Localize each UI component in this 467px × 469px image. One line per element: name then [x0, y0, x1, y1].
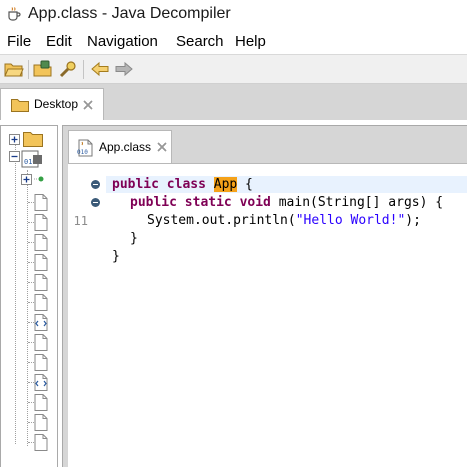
tab-app-class-label: App.class — [99, 140, 152, 154]
desktop-tab-strip: Desktop — [0, 84, 467, 120]
package-icon[interactable] — [34, 174, 44, 184]
code-text: { — [237, 177, 253, 192]
open-type-icon[interactable] — [33, 60, 53, 78]
fold-collapse-icon[interactable] — [91, 198, 100, 207]
tab-app-class[interactable]: 010 App.class — [68, 130, 172, 163]
menu-edit[interactable]: Edit — [46, 33, 72, 50]
tree-expander-plus[interactable] — [9, 134, 20, 145]
coffee-cup-icon — [8, 7, 21, 21]
code-text: ); — [405, 213, 421, 228]
menu-navigation[interactable]: Navigation — [87, 33, 158, 50]
line-number: 11 — [73, 214, 88, 228]
file-icon[interactable] — [34, 274, 48, 291]
workspace: 010 010 App.class 11 public class App {… — [0, 120, 467, 469]
fold-collapse-icon[interactable] — [91, 180, 100, 189]
menu-help[interactable]: Help — [235, 33, 266, 50]
line-gutter: 11 — [68, 164, 106, 469]
menu-search[interactable]: Search — [176, 33, 224, 50]
file-icon[interactable] — [34, 194, 48, 211]
close-icon[interactable] — [82, 99, 94, 111]
tree-expander-minus[interactable] — [9, 151, 20, 162]
tree-expander-plus[interactable] — [21, 174, 32, 185]
code-line-1: public class App { — [112, 176, 253, 193]
file-icon[interactable] — [34, 434, 48, 451]
keyword: public class — [112, 177, 214, 192]
xml-file-icon[interactable] — [34, 314, 48, 331]
file-icon[interactable] — [34, 414, 48, 431]
close-icon[interactable] — [156, 141, 168, 153]
forward-arrow-icon[interactable] — [114, 60, 134, 78]
editor-panel: 010 App.class 11 public class App { publ… — [62, 125, 467, 469]
xml-file-icon[interactable] — [34, 374, 48, 391]
svg-text:010: 010 — [77, 149, 88, 156]
file-tree: 010 — [0, 125, 58, 467]
code-line-3: System.out.println("Hello World!"); — [147, 212, 421, 229]
menu-file[interactable]: File — [7, 33, 31, 50]
open-file-icon[interactable] — [4, 60, 24, 78]
toolbar-separator — [83, 60, 84, 79]
code-text: System.out.println( — [147, 213, 296, 228]
title-bar: App.class - Java Decompiler — [0, 0, 467, 30]
file-icon[interactable] — [34, 334, 48, 351]
window-title: App.class - Java Decompiler — [28, 5, 231, 22]
file-icon[interactable] — [34, 394, 48, 411]
class-name-highlight: App — [213, 177, 238, 192]
file-icon[interactable] — [34, 354, 48, 371]
toolbar-separator — [28, 60, 29, 79]
code-line-4: } — [130, 231, 138, 246]
code-editor[interactable]: 11 public class App { public static void… — [68, 163, 467, 469]
code-text: main(String[] args) { — [270, 195, 444, 210]
file-icon[interactable] — [34, 294, 48, 311]
jar-icon[interactable]: 010 — [21, 150, 43, 168]
code-line-2: public static void main(String[] args) { — [130, 194, 443, 211]
search-icon[interactable] — [58, 60, 78, 78]
back-arrow-icon[interactable] — [90, 60, 110, 78]
tab-desktop-label: Desktop — [34, 97, 79, 111]
toolbar — [0, 54, 467, 84]
string-literal: "Hello World!" — [295, 213, 406, 228]
menu-bar: File Edit Navigation Search Help — [0, 30, 467, 54]
file-icon[interactable] — [34, 214, 48, 231]
class-file-icon: 010 — [77, 139, 93, 157]
tab-desktop[interactable]: Desktop — [0, 88, 104, 120]
keyword: public static void — [130, 195, 271, 210]
folder-icon[interactable] — [23, 131, 43, 147]
code-line-5: } — [112, 249, 120, 264]
file-icon[interactable] — [34, 254, 48, 271]
file-icon[interactable] — [34, 234, 48, 251]
folder-icon — [11, 99, 29, 112]
